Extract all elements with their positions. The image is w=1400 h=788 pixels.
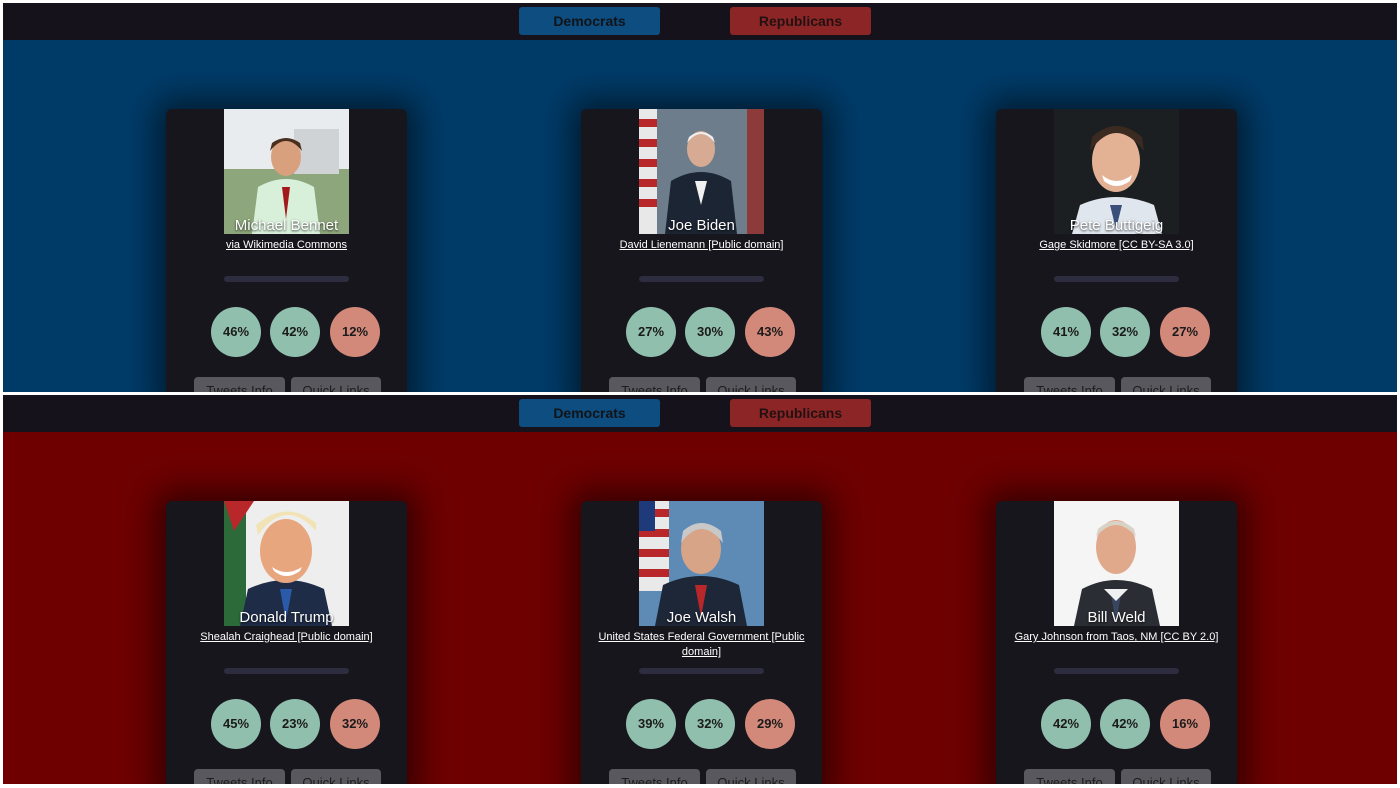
party-navbar: Democrats Republicans <box>3 395 1397 432</box>
democrats-panel: Democrats Republicans Michael Bennet via… <box>3 3 1397 392</box>
candidate-card: Bill Weld Gary Johnson from Taos, NM [CC… <box>996 501 1237 784</box>
stat-circle: 39% <box>626 699 676 749</box>
republicans-tab-button[interactable]: Republicans <box>730 399 871 427</box>
candidate-photo <box>224 501 349 626</box>
photo-credit-link[interactable]: Shealah Craighead [Public domain] <box>176 630 397 645</box>
tweets-info-button[interactable]: Tweets Info <box>609 769 700 784</box>
candidate-name: Donald Trump <box>239 609 334 626</box>
stat-circle: 30% <box>685 307 735 357</box>
stat-circle: 23% <box>270 699 320 749</box>
candidate-card: Pete Buttigeig Gage Skidmore [CC BY-SA 3… <box>996 109 1237 392</box>
stat-circle: 32% <box>1100 307 1150 357</box>
candidate-name: Joe Biden <box>668 217 735 234</box>
quick-links-button[interactable]: Quick Links <box>706 377 796 392</box>
stat-circle: 42% <box>1041 699 1091 749</box>
stat-circle: 42% <box>270 307 320 357</box>
republicans-panel: Democrats Republicans Donald Trump Sheal… <box>3 395 1397 784</box>
stat-circle: 16% <box>1160 699 1210 749</box>
photo-credit-link[interactable]: David Lienemann [Public domain] <box>591 238 812 253</box>
republicans-tab-button[interactable]: Republicans <box>730 7 871 35</box>
tweets-info-button[interactable]: Tweets Info <box>1024 377 1115 392</box>
democrats-tab-button[interactable]: Democrats <box>519 7 660 35</box>
photo-credit-link[interactable]: via Wikimedia Commons <box>176 238 397 253</box>
tweets-info-button[interactable]: Tweets Info <box>194 377 285 392</box>
stat-circle: 46% <box>211 307 261 357</box>
sentiment-bar <box>224 276 349 282</box>
sentiment-bar <box>1054 668 1179 674</box>
quick-links-button[interactable]: Quick Links <box>1121 377 1211 392</box>
candidate-card: Michael Bennet via Wikimedia Commons 46%… <box>166 109 407 392</box>
quick-links-button[interactable]: Quick Links <box>1121 769 1211 784</box>
quick-links-button[interactable]: Quick Links <box>291 769 381 784</box>
sentiment-bar <box>639 276 764 282</box>
candidate-card: Donald Trump Shealah Craighead [Public d… <box>166 501 407 784</box>
sentiment-bar <box>224 668 349 674</box>
photo-credit-link[interactable]: United States Federal Government [Public… <box>591 630 812 660</box>
democrats-tab-button[interactable]: Democrats <box>519 399 660 427</box>
candidate-name: Bill Weld <box>1087 609 1146 626</box>
stat-circle: 32% <box>685 699 735 749</box>
candidate-name: Joe Walsh <box>666 609 737 626</box>
stat-circle: 27% <box>626 307 676 357</box>
quick-links-button[interactable]: Quick Links <box>706 769 796 784</box>
candidate-card: Joe Biden David Lienemann [Public domain… <box>581 109 822 392</box>
photo-credit-link[interactable]: Gage Skidmore [CC BY-SA 3.0] <box>1006 238 1227 253</box>
stat-circle: 27% <box>1160 307 1210 357</box>
party-navbar: Democrats Republicans <box>3 3 1397 40</box>
stat-circle: 41% <box>1041 307 1091 357</box>
tweets-info-button[interactable]: Tweets Info <box>1024 769 1115 784</box>
quick-links-button[interactable]: Quick Links <box>291 377 381 392</box>
candidate-photo <box>1054 501 1179 626</box>
candidate-name: Pete Buttigeig <box>1069 217 1164 234</box>
tweets-info-button[interactable]: Tweets Info <box>609 377 700 392</box>
stat-circle: 12% <box>330 307 380 357</box>
candidate-photo <box>1054 109 1179 234</box>
candidate-photo <box>224 109 349 234</box>
candidate-card: Joe Walsh United States Federal Governme… <box>581 501 822 784</box>
sentiment-bar <box>1054 276 1179 282</box>
stat-circle: 42% <box>1100 699 1150 749</box>
tweets-info-button[interactable]: Tweets Info <box>194 769 285 784</box>
candidate-photo <box>639 501 764 626</box>
sentiment-bar <box>639 668 764 674</box>
candidate-photo <box>639 109 764 234</box>
photo-credit-link[interactable]: Gary Johnson from Taos, NM [CC BY 2.0] <box>1006 630 1227 645</box>
stat-circle: 43% <box>745 307 795 357</box>
candidate-name: Michael Bennet <box>234 217 339 234</box>
stat-circle: 32% <box>330 699 380 749</box>
stat-circle: 29% <box>745 699 795 749</box>
stat-circle: 45% <box>211 699 261 749</box>
